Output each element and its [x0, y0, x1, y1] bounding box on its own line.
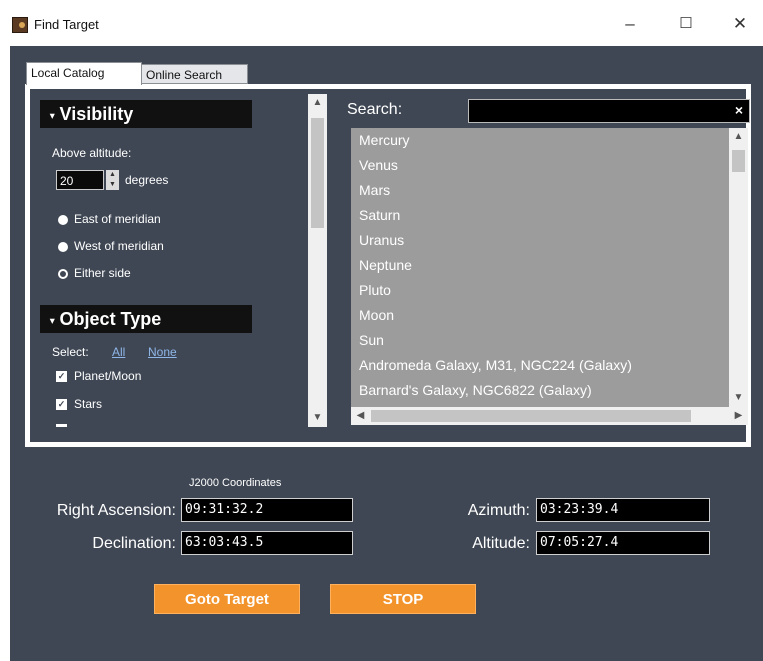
select-label: Select: [52, 345, 89, 359]
stars-label: Stars [74, 397, 103, 411]
close-button[interactable]: ✕ [720, 10, 760, 38]
above-altitude-label: Above altitude: [52, 146, 132, 160]
scroll-up-icon[interactable]: ▲ [729, 128, 748, 146]
filter-pane: ▾ Visibility Above altitude: 20 ▲ ▼ degr… [40, 94, 308, 427]
scroll-thumb[interactable] [371, 410, 691, 422]
radio-either-label: Either side [74, 266, 131, 280]
checkbox-planet-moon[interactable]: ✓ [56, 371, 67, 382]
altitude-spinner[interactable]: ▲ ▼ [106, 170, 119, 190]
radio-east-of-meridian[interactable] [58, 215, 68, 225]
list-item[interactable]: Barnard's Galaxy, NGC6822 (Galaxy) [351, 378, 729, 403]
list-item[interactable]: Sun [351, 328, 729, 353]
list-item[interactable]: Uranus [351, 228, 729, 253]
list-item[interactable]: Mars [351, 178, 729, 203]
object-type-heading[interactable]: ▾ Object Type [40, 305, 252, 333]
spin-up-icon[interactable]: ▲ [106, 170, 119, 180]
list-item[interactable]: Neptune [351, 253, 729, 278]
checkbox-partial[interactable] [56, 424, 67, 427]
maximize-button[interactable]: ☐ [666, 10, 706, 38]
list-item[interactable]: Moon [351, 303, 729, 328]
list-item[interactable]: Saturn [351, 203, 729, 228]
tab-local-catalog[interactable]: Local Catalog [26, 62, 142, 85]
azimuth-field[interactable]: 03:23:39.4 [536, 498, 710, 522]
planet-moon-label: Planet/Moon [74, 369, 142, 383]
scroll-up-icon[interactable]: ▲ [308, 94, 327, 112]
radio-either-side[interactable] [58, 269, 68, 279]
scroll-right-icon[interactable]: ▶ [729, 407, 748, 425]
collapse-arrow-icon: ▾ [50, 110, 55, 121]
azimuth-label: Azimuth: [467, 502, 530, 519]
scroll-down-icon[interactable]: ▼ [729, 389, 748, 407]
filter-scrollbar[interactable]: ▲ ▼ [308, 94, 327, 427]
scroll-thumb[interactable] [311, 118, 324, 228]
checkbox-stars[interactable]: ✓ [56, 399, 67, 410]
radio-west-label: West of meridian [74, 239, 164, 253]
dec-field[interactable]: 63:03:43.5 [181, 531, 353, 555]
select-none-link[interactable]: None [148, 345, 177, 359]
goto-target-button[interactable]: Goto Target [154, 584, 300, 614]
main-area: Local Catalog Online Search ▾ Visibility… [10, 46, 763, 661]
coordinates-title: J2000 Coordinates [189, 477, 282, 489]
ra-field[interactable]: 09:31:32.2 [181, 498, 353, 522]
minimize-button[interactable]: – [610, 10, 650, 38]
tab-panel: ▾ Visibility Above altitude: 20 ▲ ▼ degr… [25, 84, 751, 447]
list-item[interactable]: Pluto [351, 278, 729, 303]
degrees-label: degrees [125, 173, 169, 187]
scroll-left-icon[interactable]: ◀ [351, 407, 370, 425]
title-bar: Find Target – ☐ ✕ [0, 0, 763, 46]
list-item[interactable]: Mercury [351, 128, 729, 153]
altitude-input[interactable]: 20 [56, 170, 104, 190]
list-item[interactable]: Venus [351, 153, 729, 178]
select-all-link[interactable]: All [112, 345, 125, 359]
radio-west-of-meridian[interactable] [58, 242, 68, 252]
altitude-label: Altitude: [472, 535, 530, 552]
search-label: Search: [347, 101, 403, 118]
collapse-arrow-icon: ▾ [50, 315, 55, 326]
radio-east-label: East of meridian [74, 212, 161, 226]
scroll-down-icon[interactable]: ▼ [308, 409, 327, 427]
tab-panel-content: ▾ Visibility Above altitude: 20 ▲ ▼ degr… [30, 89, 750, 442]
search-input[interactable]: × [468, 99, 750, 123]
tab-online-search[interactable]: Online Search [141, 64, 248, 84]
spin-down-icon[interactable]: ▼ [106, 180, 119, 190]
dec-label: Declination: [92, 535, 176, 552]
stop-button[interactable]: STOP [330, 584, 476, 614]
visibility-heading[interactable]: ▾ Visibility [40, 100, 252, 128]
app-icon [12, 17, 28, 33]
altitude-field[interactable]: 07:05:27.4 [536, 531, 710, 555]
target-list[interactable]: Mercury Venus Mars Saturn Uranus Neptune… [351, 128, 729, 407]
scroll-thumb[interactable] [732, 150, 745, 172]
list-horizontal-scrollbar[interactable]: ◀ ▶ [351, 407, 748, 425]
clear-search-icon[interactable]: × [735, 102, 743, 118]
list-item[interactable]: Andromeda Galaxy, M31, NGC224 (Galaxy) [351, 353, 729, 378]
window-title: Find Target [34, 17, 99, 32]
list-vertical-scrollbar[interactable]: ▲ ▼ [729, 128, 748, 407]
ra-label: Right Ascension: [56, 502, 176, 519]
